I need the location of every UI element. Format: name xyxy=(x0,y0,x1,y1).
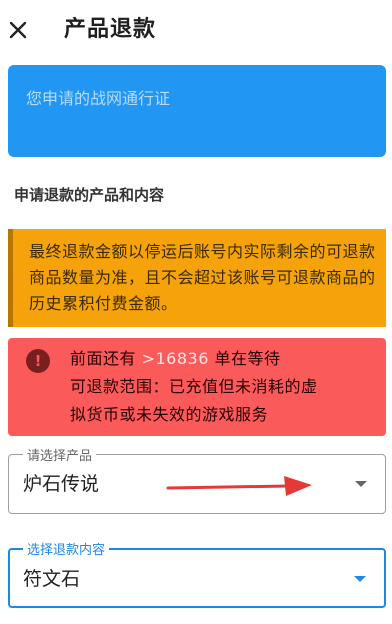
account-input-placeholder: 您申请的战网通行证 xyxy=(26,89,171,108)
close-icon[interactable] xyxy=(6,18,30,42)
chevron-down-icon[interactable] xyxy=(354,576,366,582)
app-header: 产品退款 xyxy=(0,0,392,62)
queue-warning-notice: ! 前面还有 >16836 单在等待 可退款范围：已充值但未消耗的虚 拟货币或未… xyxy=(8,338,386,436)
queue-status-line: 前面还有 >16836 单在等待 xyxy=(70,346,281,372)
queue-suffix: 单在等待 xyxy=(208,349,281,368)
info-icon: ! xyxy=(26,349,50,373)
product-select-value: 炉石传说 xyxy=(23,473,100,495)
battle-net-account-input[interactable]: 您申请的战网通行证 xyxy=(8,65,386,157)
refund-content-select-label: 选择退款内容 xyxy=(23,539,110,558)
annotation-arrow-icon xyxy=(166,476,312,496)
refund-scope-line1: 可退款范围：已充值但未消耗的虚 xyxy=(70,377,318,396)
refund-amount-notice-text: 最终退款金额以停运后账号内实际剩余的可退款商品数量为准，且不会超过该账号可退款商… xyxy=(29,242,376,313)
queue-count: >16836 xyxy=(141,349,209,368)
refund-content-select[interactable]: 选择退款内容 符文石 xyxy=(8,539,386,608)
queue-prefix: 前面还有 xyxy=(70,349,142,368)
refund-content-select-value: 符文石 xyxy=(23,568,81,590)
chevron-down-icon[interactable] xyxy=(355,481,367,487)
refund-amount-notice: 最终退款金额以停运后账号内实际剩余的可退款商品数量为准，且不会超过该账号可退款商… xyxy=(8,229,386,327)
product-select-label: 请选择产品 xyxy=(23,445,97,464)
page-title: 产品退款 xyxy=(64,17,157,42)
refund-scope-line2: 拟货币或未失效的游戏服务 xyxy=(70,405,269,424)
section-title: 申请退款的产品和内容 xyxy=(14,186,165,204)
